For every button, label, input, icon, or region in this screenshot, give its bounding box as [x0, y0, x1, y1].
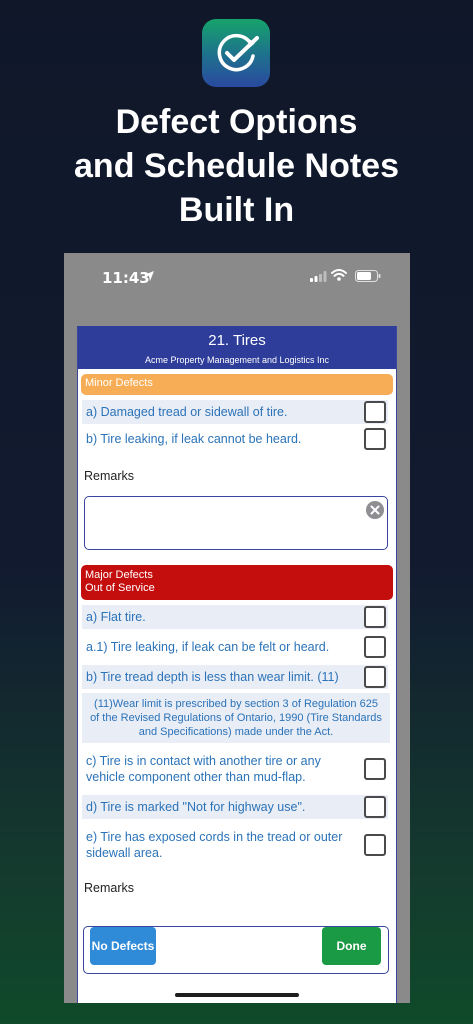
defect-item-label: d) Tire is marked "Not for highway use". — [86, 800, 306, 814]
defect-item-major-d[interactable]: d) Tire is marked "Not for highway use". — [82, 795, 388, 819]
wear-limit-note: (11)Wear limit is prescribed by section … — [82, 693, 390, 743]
defect-item-label: a) Damaged tread or sidewall of tire. — [86, 405, 288, 419]
defect-checkbox[interactable] — [364, 428, 386, 450]
defect-item-major-c[interactable]: c) Tire is in contact with another tire … — [82, 749, 388, 789]
defect-item-label: b) Tire leaking, if leak cannot be heard… — [86, 432, 302, 446]
home-indicator — [175, 993, 299, 997]
defect-item-label: a.1) Tire leaking, if leak can be felt o… — [86, 640, 330, 654]
headline-line-3: Built In — [178, 191, 295, 229]
clear-icon[interactable] — [365, 500, 385, 520]
defect-checkbox[interactable] — [364, 636, 386, 658]
headline-line-1: Defect Options — [115, 103, 358, 141]
defect-item-major-a1[interactable]: a.1) Tire leaking, if leak can be felt o… — [82, 632, 388, 662]
sheet-subtitle: Acme Property Management and Logistics I… — [144, 355, 330, 365]
defect-item-minor-a[interactable]: a) Damaged tread or sidewall of tire. — [82, 400, 388, 424]
location-arrow-icon — [144, 271, 154, 281]
app-icon — [202, 19, 270, 87]
cellular-signal-icon — [310, 271, 327, 282]
defect-checkbox[interactable] — [364, 401, 386, 423]
sheet-title: 21. Tires — [208, 332, 266, 349]
defect-checkbox[interactable] — [364, 834, 386, 856]
defect-item-label: a) Flat tire. — [86, 610, 146, 624]
defect-checkbox[interactable] — [364, 666, 386, 688]
defect-item-major-a[interactable]: a) Flat tire. — [82, 605, 388, 629]
headline-line-2: and Schedule Notes — [74, 147, 399, 185]
minor-remarks-input[interactable] — [84, 496, 388, 550]
defect-item-label: e) Tire has exposed cords in the tread o… — [86, 830, 343, 860]
sheet-header: 21. Tires Acme Property Management and L… — [78, 326, 396, 369]
remarks-label: Remarks — [84, 881, 135, 895]
defect-item-minor-b[interactable]: b) Tire leaking, if leak cannot be heard… — [82, 427, 388, 451]
defect-item-label: c) Tire is in contact with another tire … — [86, 754, 321, 784]
remarks-label: Remarks — [84, 469, 135, 483]
major-defects-header: Major Defects Out of Service — [81, 565, 393, 600]
defect-checkbox[interactable] — [364, 606, 386, 628]
major-defects-label: Major Defects — [85, 569, 153, 581]
promo-headline: Defect Options and Schedule Notes Built … — [0, 100, 473, 232]
battery-icon — [355, 270, 381, 282]
phone-screen: 11:43 21. Tires Acme Property Management… — [64, 253, 410, 1003]
no-defects-button[interactable]: No Defects — [90, 927, 156, 965]
tires-inspection-sheet: 21. Tires Acme Property Management and L… — [77, 326, 397, 1003]
defect-item-major-b[interactable]: b) Tire tread depth is less than wear li… — [82, 665, 388, 689]
defect-checkbox[interactable] — [364, 796, 386, 818]
minor-defects-header: Minor Defects — [81, 374, 393, 395]
checkmark-cycle-icon — [217, 33, 259, 72]
defect-item-major-e[interactable]: e) Tire has exposed cords in the tread o… — [82, 825, 388, 865]
status-bar: 11:43 — [64, 253, 410, 303]
done-button[interactable]: Done — [322, 927, 381, 965]
wifi-icon — [331, 269, 347, 281]
defect-item-label: b) Tire tread depth is less than wear li… — [86, 670, 339, 684]
defect-checkbox[interactable] — [364, 758, 386, 780]
out-of-service-label: Out of Service — [85, 582, 155, 594]
